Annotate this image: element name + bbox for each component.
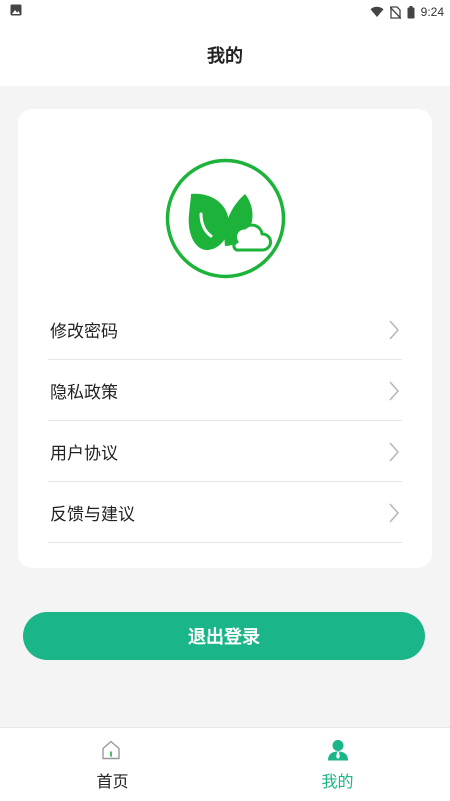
menu-item-user-agreement[interactable]: 用户协议 xyxy=(48,421,402,482)
wifi-icon xyxy=(370,6,384,18)
page-title: 我的 xyxy=(207,46,243,67)
profile-card: 修改密码 隐私政策 用户协议 反馈与建议 xyxy=(18,109,432,568)
chevron-right-icon xyxy=(389,320,399,340)
chevron-right-icon xyxy=(389,381,399,401)
battery-icon xyxy=(407,5,415,18)
menu-item-feedback[interactable]: 反馈与建议 xyxy=(48,482,402,543)
gallery-icon xyxy=(10,4,22,16)
no-sim-icon xyxy=(389,5,401,19)
settings-menu: 修改密码 隐私政策 用户协议 反馈与建议 xyxy=(48,299,402,543)
menu-item-label: 反馈与建议 xyxy=(50,504,135,525)
menu-item-change-password[interactable]: 修改密码 xyxy=(48,299,402,360)
logout-button[interactable]: 退出登录 xyxy=(23,612,425,660)
status-time: 9:24 xyxy=(420,5,444,19)
chevron-right-icon xyxy=(389,442,399,462)
home-icon xyxy=(102,740,120,760)
status-icons: 9:24 xyxy=(370,0,444,24)
status-bar: 9:24 xyxy=(0,0,450,24)
tab-home[interactable]: 首页 xyxy=(0,728,225,801)
leaf-cloud-logo xyxy=(165,158,286,279)
menu-item-label: 用户协议 xyxy=(50,443,118,464)
title-bar: 我的 xyxy=(0,24,450,86)
tab-home-label: 首页 xyxy=(96,772,129,791)
tab-mine-label: 我的 xyxy=(321,772,354,791)
chevron-right-icon xyxy=(389,503,399,523)
menu-item-label: 隐私政策 xyxy=(50,382,118,403)
menu-item-privacy-policy[interactable]: 隐私政策 xyxy=(48,360,402,421)
bottom-nav: 首页 我的 xyxy=(0,727,450,801)
person-icon xyxy=(328,740,348,761)
tab-mine[interactable]: 我的 xyxy=(225,728,450,801)
menu-item-label: 修改密码 xyxy=(50,321,118,342)
